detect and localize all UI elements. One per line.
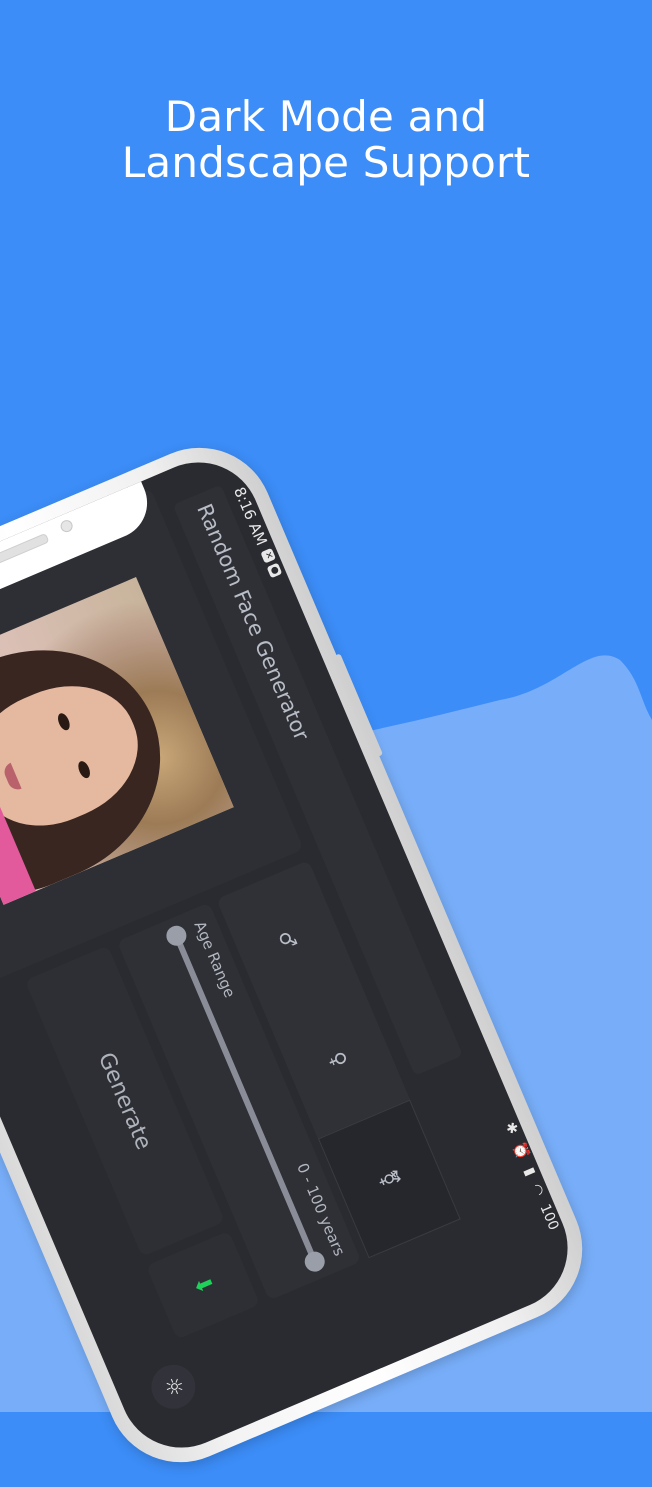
generate-label: Generate bbox=[93, 1048, 157, 1154]
signal-icon: ▮ bbox=[520, 1165, 539, 1179]
male-icon: ♂ bbox=[273, 926, 303, 953]
age-range-min-handle[interactable] bbox=[163, 922, 190, 949]
wifi-icon: ◠ bbox=[527, 1181, 548, 1199]
notification-x-icon: ✕ bbox=[260, 547, 277, 564]
notification-app-icon: ● bbox=[266, 562, 283, 579]
phone-camera bbox=[58, 518, 75, 534]
generated-face-image bbox=[0, 577, 234, 905]
female-icon: ♀ bbox=[324, 1047, 353, 1071]
theme-toggle-button[interactable]: ☼ bbox=[144, 1357, 203, 1416]
phone-speaker bbox=[0, 532, 50, 567]
download-icon: ⬇ bbox=[187, 1271, 219, 1299]
alarm-icon: ⏰ bbox=[510, 1139, 532, 1163]
sync-icon: ✱ bbox=[501, 1119, 521, 1137]
age-range-max-handle[interactable] bbox=[301, 1248, 328, 1275]
any-gender-icon: ⚧ bbox=[375, 1166, 404, 1192]
brightness-icon: ☼ bbox=[158, 1372, 189, 1401]
